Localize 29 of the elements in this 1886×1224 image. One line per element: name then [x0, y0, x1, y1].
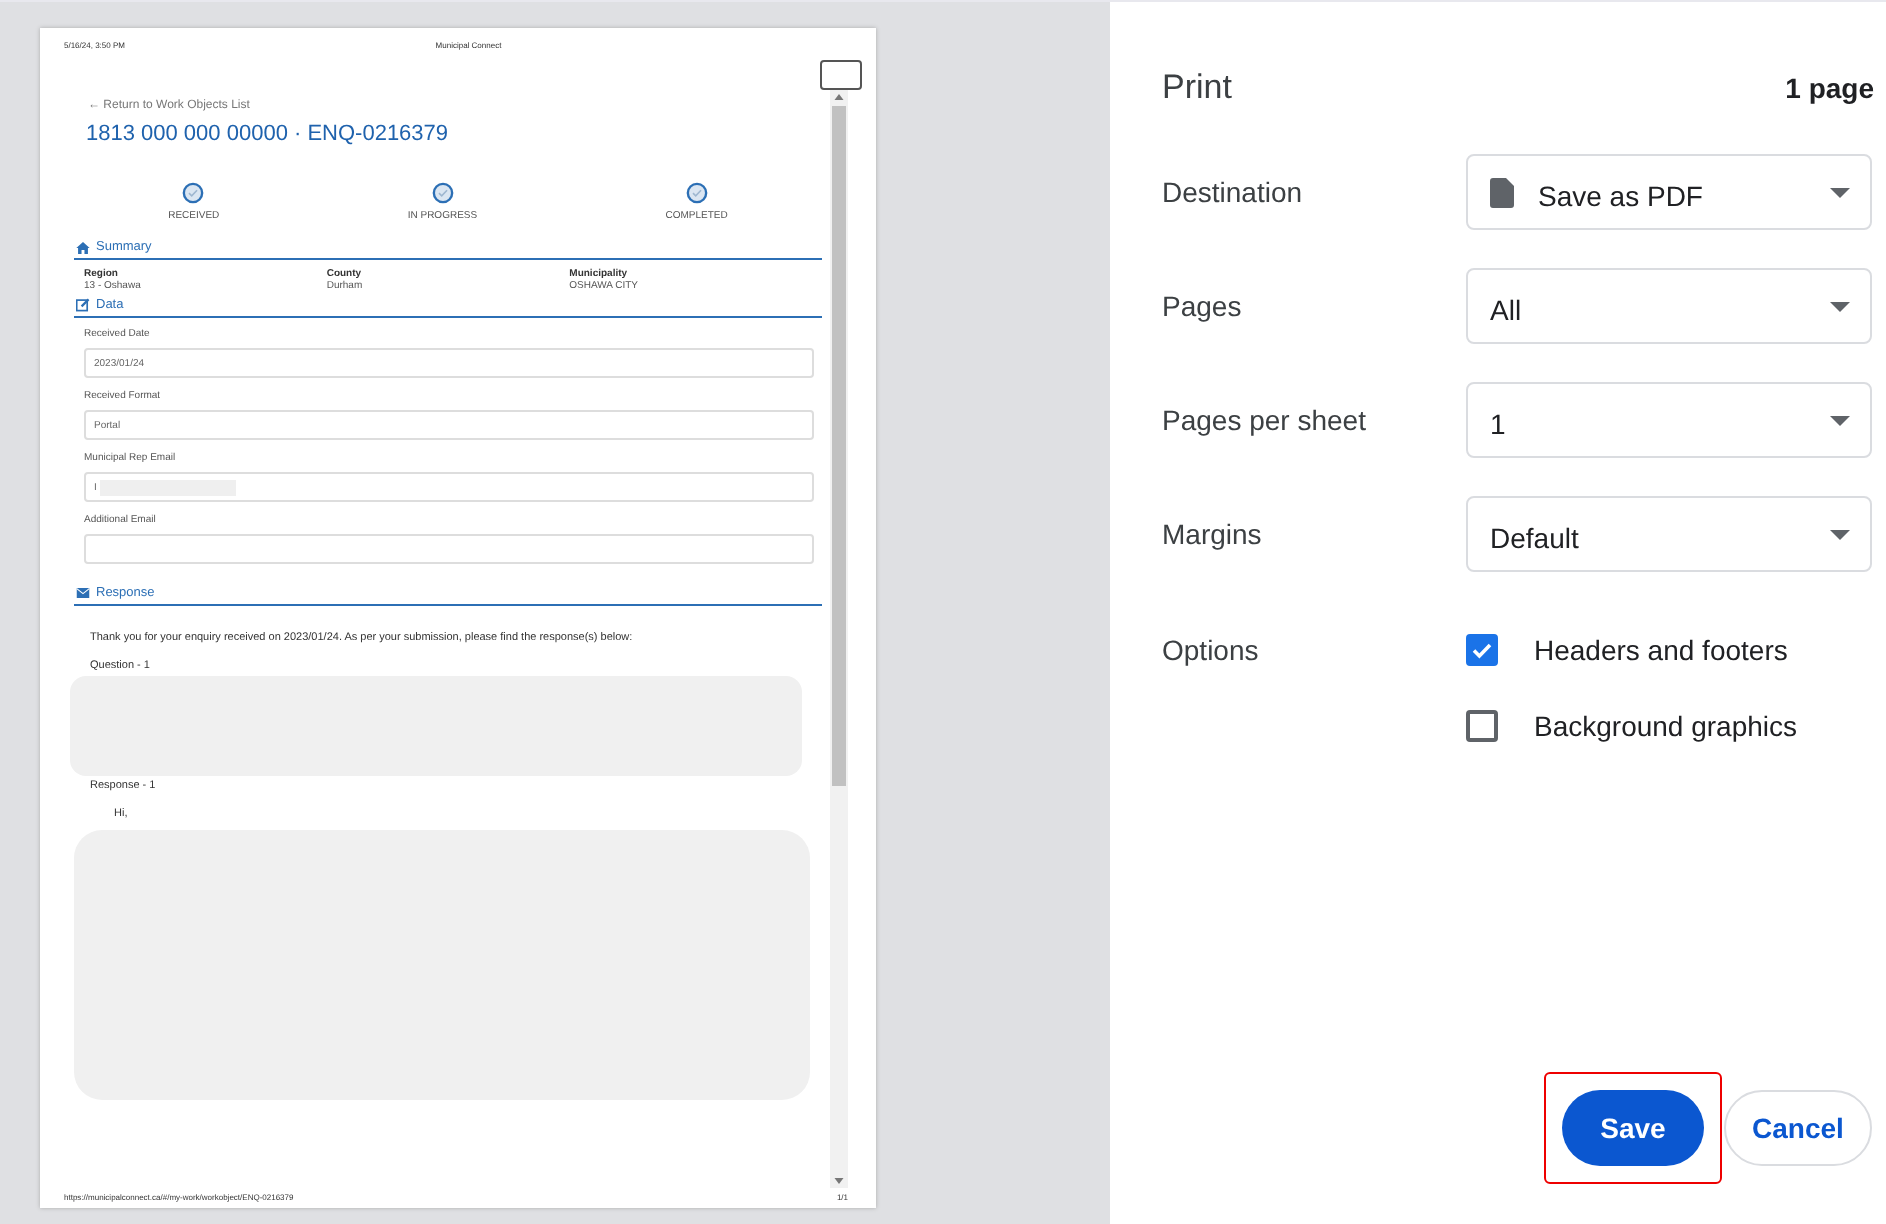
check-circle-icon: [431, 182, 454, 204]
record-title: 1813 000 000 00000 · ENQ-0216379: [86, 122, 451, 146]
caret-icon: [1830, 529, 1850, 539]
caret-icon: [1830, 301, 1850, 311]
checkbox[interactable]: [1466, 710, 1498, 742]
dropdown[interactable]: All: [1466, 268, 1872, 344]
dropdown[interactable]: Save as PDF: [1466, 154, 1872, 230]
file-icon: [1490, 177, 1514, 207]
down-arrow-icon[interactable]: [834, 1178, 844, 1184]
caret-icon: [1830, 187, 1850, 197]
check-circle-icon: [182, 182, 205, 204]
check-icon: [1470, 638, 1494, 662]
setting-label: Pages per sheet: [1162, 404, 1368, 436]
cancel-button[interactable]: Cancel: [1724, 1090, 1872, 1166]
checkbox-label: Headers and footers: [1534, 634, 1788, 666]
dropdown[interactable]: Default: [1466, 496, 1872, 572]
setting-label: Margins: [1162, 518, 1264, 550]
setting-label: Pages: [1162, 290, 1244, 322]
checkbox-label: Background graphics: [1534, 710, 1798, 742]
caret-icon: [1830, 415, 1850, 425]
up-arrow-icon[interactable]: [834, 94, 844, 100]
page-count: 1 page: [1785, 72, 1874, 104]
setting-label: Options: [1162, 634, 1261, 670]
checkbox[interactable]: [1466, 634, 1498, 666]
dropdown[interactable]: 1: [1466, 382, 1872, 458]
check-circle-icon: [685, 182, 708, 204]
save-button[interactable]: Save: [1562, 1090, 1704, 1166]
dialog-title: Print: [1162, 68, 1232, 108]
setting-label: Destination: [1162, 176, 1305, 208]
